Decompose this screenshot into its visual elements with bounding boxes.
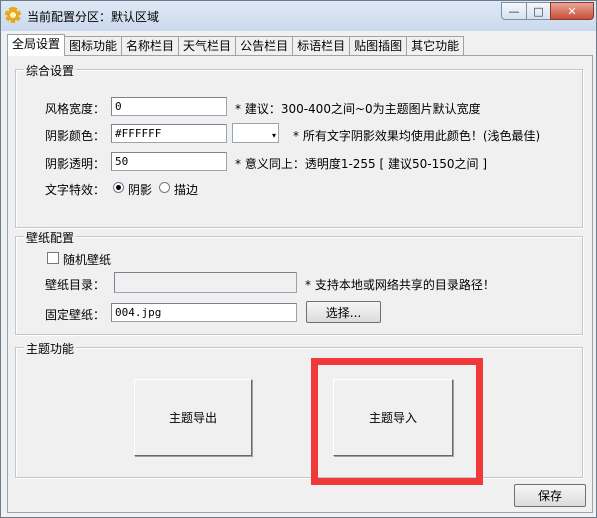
- general-settings-label: 综合设置: [24, 62, 77, 79]
- shadow-color-picker[interactable]: ▾: [232, 123, 279, 143]
- window-title: 当前配置分区：默认区域: [27, 10, 160, 24]
- settings-window: 当前配置分区：默认区域 — □ ✕ 全局设置 图标功能 名称栏目 天气栏目 公告…: [0, 0, 597, 518]
- wallpaper-group-label: 壁纸配置: [24, 229, 77, 246]
- tab-notice-column[interactable]: 公告栏目: [235, 36, 294, 56]
- tab-bar: 全局设置 图标功能 名称栏目 天气栏目 公告栏目 标语栏目 贴图插图 其它功能: [7, 34, 465, 56]
- shadow-opacity-hint: * 意义同上：透明度1-255 [ 建议50-150之间 ]: [235, 157, 487, 171]
- theme-group-label: 主题功能: [24, 340, 77, 357]
- general-settings-group: 综合设置: [15, 62, 583, 228]
- tab-slogan-column[interactable]: 标语栏目: [292, 36, 351, 56]
- theme-group: 主题功能: [15, 340, 583, 478]
- save-button[interactable]: 保存: [514, 484, 586, 507]
- minimize-button[interactable]: —: [501, 2, 527, 20]
- browse-button[interactable]: 选择...: [306, 301, 381, 323]
- shadow-radio-label[interactable]: 阴影: [128, 181, 152, 198]
- tab-other-functions[interactable]: 其它功能: [406, 36, 465, 56]
- fixed-wallpaper-label: 固定壁纸：: [45, 308, 106, 322]
- shadow-color-hint: * 所有文字阴影效果均使用此颜色！(浅色最佳): [293, 129, 541, 143]
- maximize-button[interactable]: □: [526, 2, 551, 20]
- tab-icon-functions[interactable]: 图标功能: [64, 36, 123, 56]
- style-width-field[interactable]: 0: [111, 97, 227, 116]
- stroke-radio-label[interactable]: 描边: [174, 181, 198, 198]
- wallpaper-dir-label: 壁纸目录：: [45, 278, 106, 292]
- tab-sticker-images[interactable]: 贴图插图: [349, 36, 408, 56]
- tab-name-column[interactable]: 名称栏目: [121, 36, 180, 56]
- shadow-opacity-field[interactable]: 50: [111, 152, 227, 171]
- theme-import-button[interactable]: 主题导入: [333, 379, 453, 456]
- fixed-wallpaper-field[interactable]: 004.jpg: [111, 303, 297, 322]
- style-width-hint: * 建议：300-400之间~0为主题图片默认宽度: [235, 102, 481, 116]
- text-effect-label: 文字特效：: [45, 183, 106, 197]
- gear-icon: [5, 7, 21, 23]
- shadow-opacity-label: 阴影透明：: [45, 157, 106, 171]
- shadow-color-label: 阴影颜色：: [45, 129, 106, 143]
- random-wallpaper-checkbox[interactable]: [47, 252, 59, 264]
- tab-weather-column[interactable]: 天气栏目: [178, 36, 237, 56]
- tab-global-settings[interactable]: 全局设置: [7, 34, 66, 56]
- wallpaper-dir-field[interactable]: [114, 272, 297, 293]
- shadow-radio[interactable]: [113, 182, 124, 193]
- title-bar[interactable]: 当前配置分区：默认区域 — □ ✕: [1, 1, 596, 31]
- stroke-radio[interactable]: [159, 182, 170, 193]
- style-width-label: 风格宽度：: [45, 102, 106, 116]
- theme-export-button[interactable]: 主题导出: [134, 379, 252, 456]
- random-wallpaper-label[interactable]: 随机壁纸: [63, 251, 111, 268]
- shadow-color-field[interactable]: #FFFFFF: [111, 124, 227, 143]
- close-button[interactable]: ✕: [550, 2, 594, 20]
- wallpaper-dir-hint: * 支持本地或网络共享的目录路径！: [305, 278, 495, 292]
- chevron-down-icon: ▾: [271, 131, 276, 140]
